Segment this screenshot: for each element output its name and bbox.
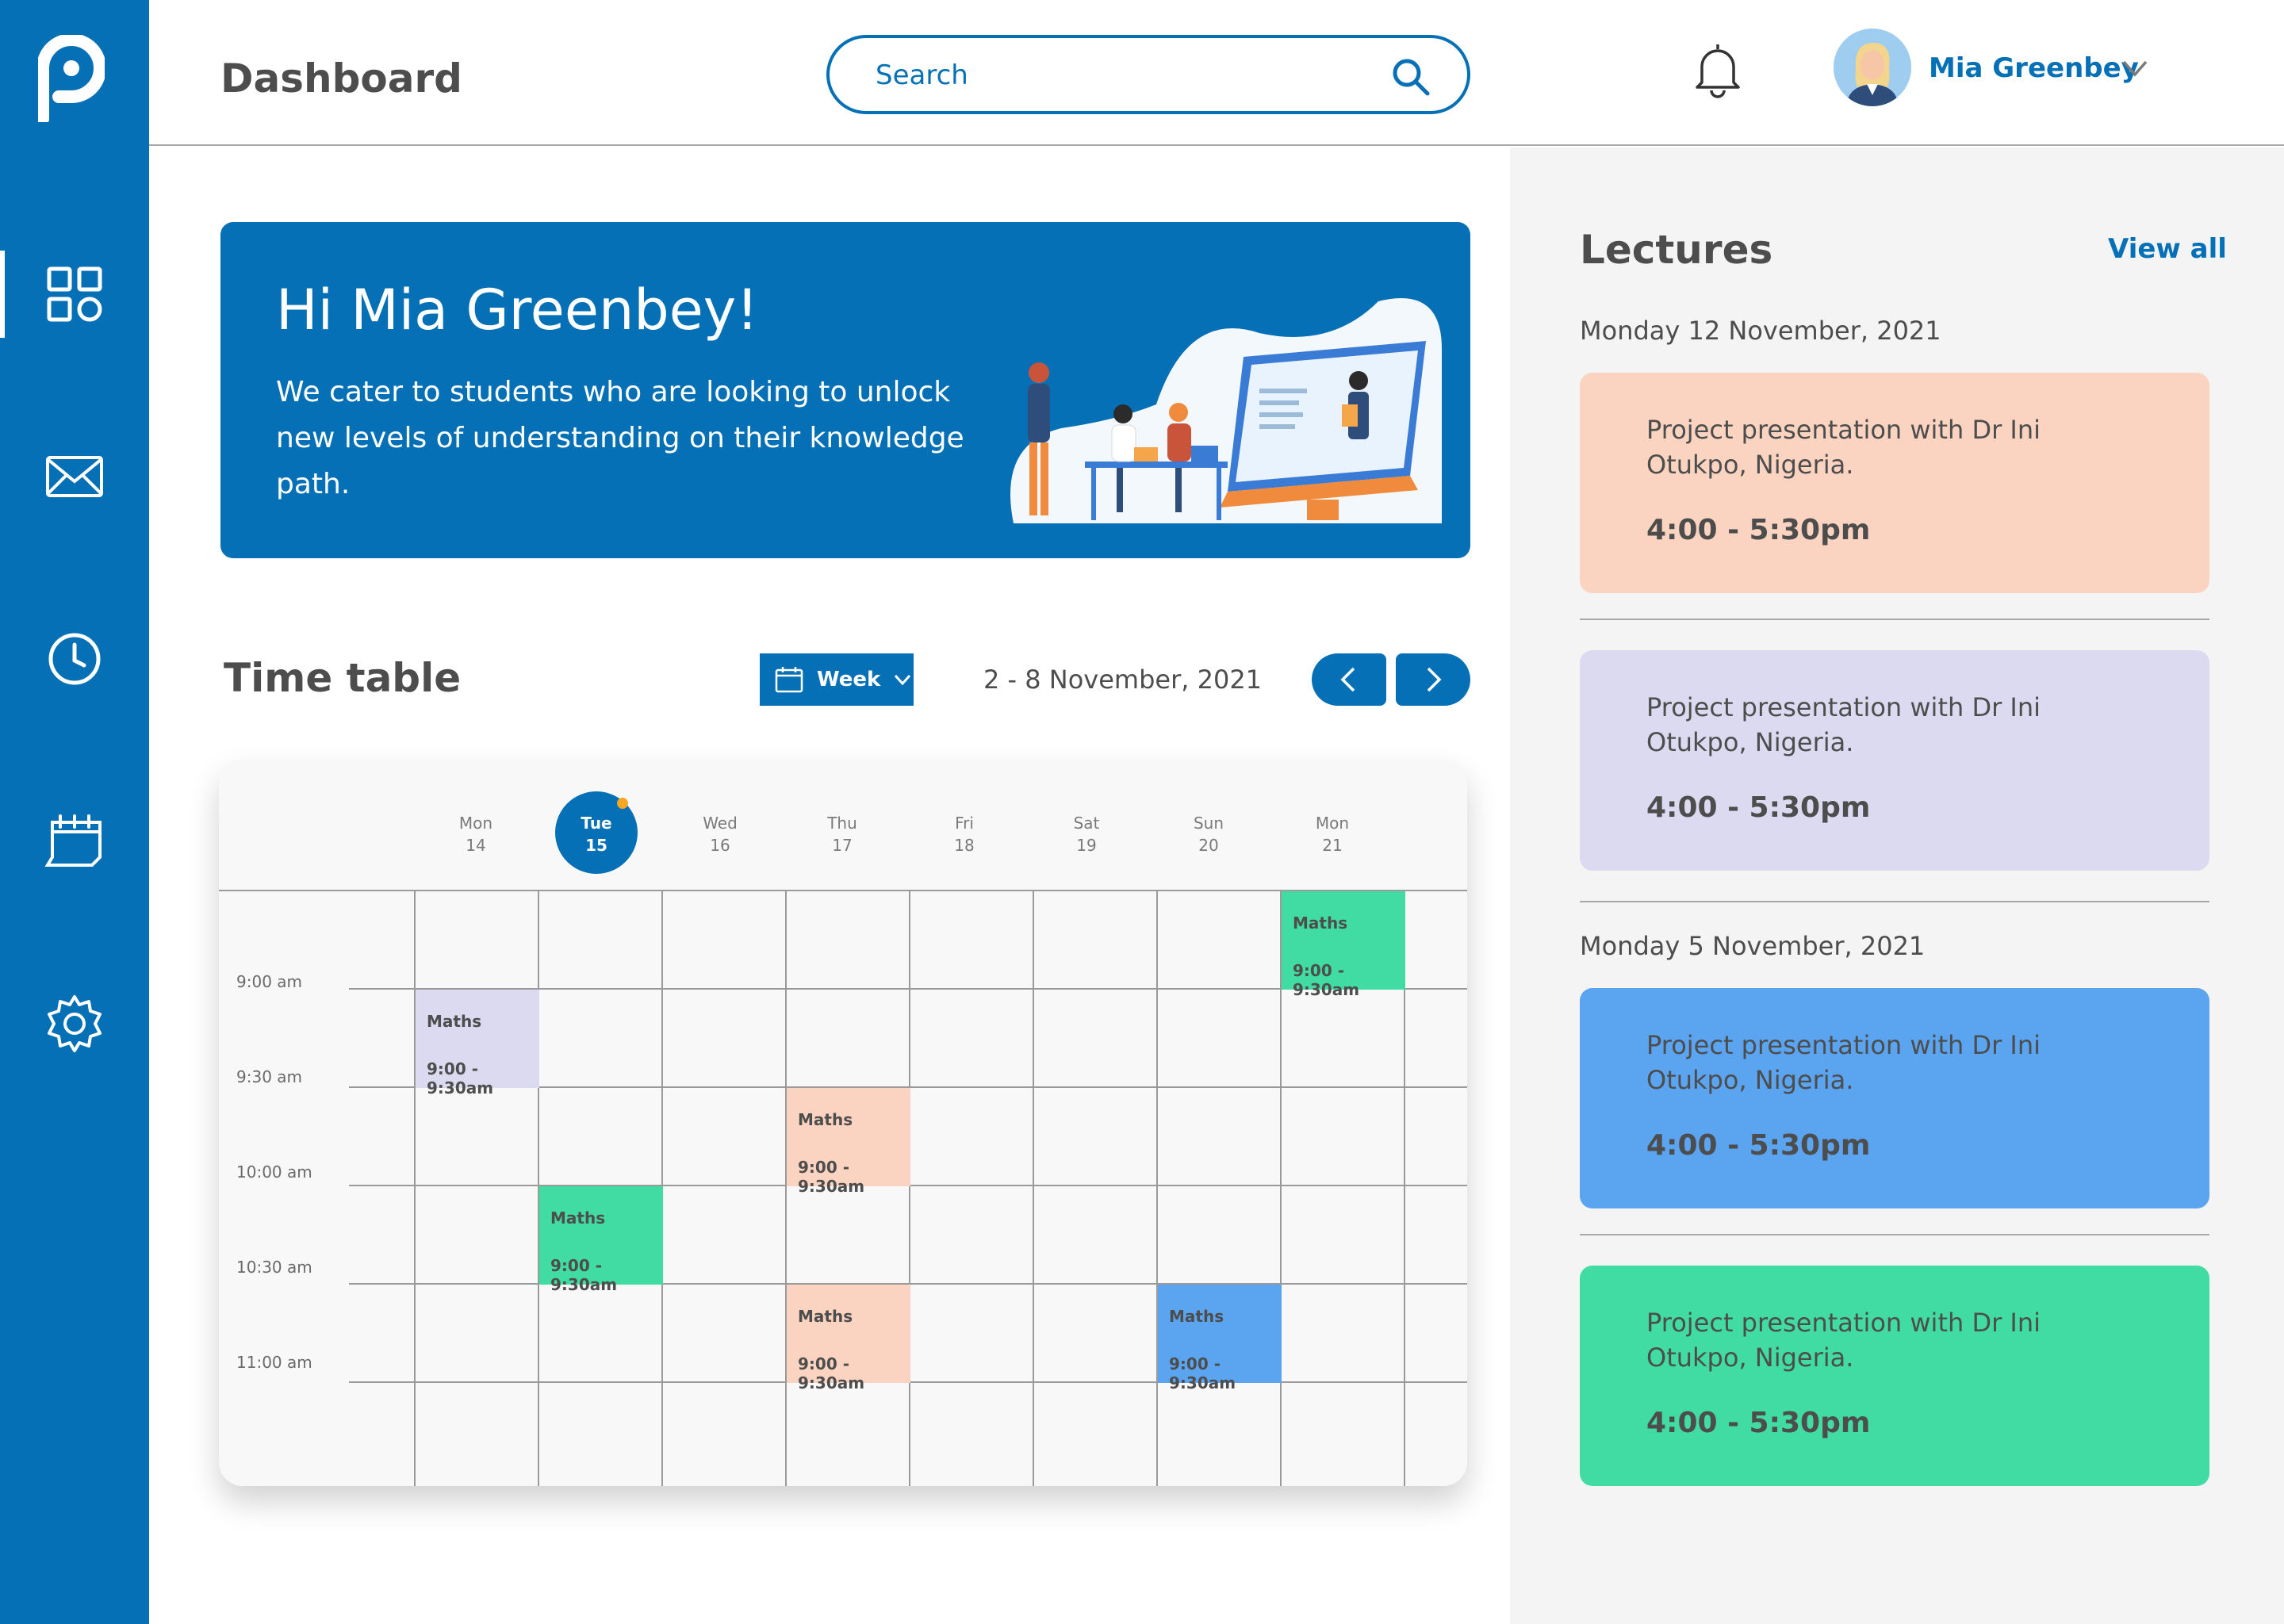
search-bar[interactable] bbox=[826, 35, 1470, 114]
grid-line bbox=[1033, 890, 1034, 1486]
day-header[interactable]: Mon 21 bbox=[1309, 812, 1356, 856]
calendar-small-icon bbox=[775, 667, 803, 693]
timetable-event[interactable]: Maths 9:00 - 9:30am bbox=[787, 1285, 910, 1392]
divider bbox=[1580, 901, 2209, 902]
grid-line bbox=[414, 890, 416, 1486]
calendar-icon bbox=[44, 814, 102, 867]
avatar[interactable] bbox=[1834, 29, 1911, 106]
view-all-link[interactable]: View all bbox=[2108, 233, 2227, 265]
day-header[interactable]: Sun 20 bbox=[1185, 812, 1232, 856]
timetable-title: Time table bbox=[224, 655, 462, 701]
timetable-event[interactable]: Maths 9:00 - 9:30am bbox=[1282, 891, 1405, 999]
time-label: 10:00 am bbox=[236, 1162, 312, 1182]
day-header[interactable]: Mon 14 bbox=[452, 812, 500, 856]
clock-icon bbox=[48, 633, 101, 685]
time-label: 9:00 am bbox=[236, 972, 303, 991]
search-icon[interactable] bbox=[1391, 57, 1431, 97]
day-header[interactable]: Sat 19 bbox=[1063, 812, 1110, 856]
sidebar bbox=[0, 0, 149, 1624]
divider bbox=[1580, 619, 2209, 620]
lecture-date-heading: Monday 12 November, 2021 bbox=[1580, 316, 1941, 346]
date-range: 2 - 8 November, 2021 bbox=[983, 665, 1263, 695]
classroom-illustration-icon bbox=[1010, 298, 1442, 523]
time-label: 10:30 am bbox=[236, 1258, 312, 1277]
view-select-button[interactable]: Week bbox=[760, 653, 914, 706]
time-label: 11:00 am bbox=[236, 1353, 312, 1372]
timetable-calendar: Mon 14 Tue 15 Wed 16 Thu 17 Fri 18 Sat 19 Sun 2… bbox=[219, 760, 1467, 1486]
nav-calendar[interactable] bbox=[0, 790, 149, 893]
next-week-button[interactable] bbox=[1396, 653, 1470, 706]
prev-week-button[interactable] bbox=[1312, 653, 1386, 706]
page-title: Dashboard bbox=[220, 56, 462, 102]
chevron-left-icon bbox=[1340, 667, 1355, 692]
logo-icon[interactable] bbox=[38, 35, 105, 122]
nav-settings[interactable] bbox=[0, 972, 149, 1075]
hero-greeting: Hi Mia Greenbey! bbox=[276, 278, 759, 343]
today-indicator-dot bbox=[617, 798, 628, 809]
top-header: Dashboard Mia Greenbey bbox=[149, 0, 2284, 146]
timetable-event[interactable]: Maths 9:00 - 9:30am bbox=[1158, 1285, 1282, 1392]
view-select-label: Week bbox=[817, 668, 881, 691]
day-header[interactable]: Wed 16 bbox=[696, 812, 744, 856]
day-header[interactable]: Thu 17 bbox=[818, 812, 866, 856]
nav-history[interactable] bbox=[0, 607, 149, 710]
settings-icon bbox=[48, 995, 102, 1052]
search-input[interactable] bbox=[876, 56, 1383, 95]
timetable-event[interactable]: Maths 9:00 - 9:30am bbox=[416, 990, 539, 1097]
chevron-down-icon bbox=[895, 674, 911, 686]
lectures-title: Lectures bbox=[1580, 227, 1773, 273]
lecture-card[interactable]: Project presentation with Dr Ini Otukpo,… bbox=[1580, 650, 2209, 871]
lecture-card[interactable]: Project presentation with Dr Ini Otukpo,… bbox=[1580, 1266, 2209, 1486]
day-header[interactable]: Fri 18 bbox=[941, 812, 988, 856]
hero-text: We cater to students who are looking to … bbox=[276, 376, 964, 500]
nav-messages[interactable] bbox=[0, 425, 149, 528]
welcome-banner: Hi Mia Greenbey! We cater to students wh… bbox=[220, 222, 1470, 558]
mail-icon bbox=[46, 456, 103, 497]
time-label: 9:30 am bbox=[236, 1067, 303, 1086]
lectures-panel: Lectures View all Monday 12 November, 20… bbox=[1510, 147, 2284, 1624]
lecture-card[interactable]: Project presentation with Dr Ini Otukpo,… bbox=[1580, 373, 2209, 593]
timetable-event[interactable]: Maths 9:00 - 9:30am bbox=[787, 1088, 910, 1196]
bell-icon[interactable] bbox=[1688, 40, 1748, 100]
chevron-right-icon bbox=[1427, 667, 1442, 692]
nav-dashboard[interactable] bbox=[0, 243, 149, 346]
divider bbox=[1580, 1234, 2209, 1235]
timetable-event[interactable]: Maths 9:00 - 9:30am bbox=[539, 1186, 663, 1294]
lecture-date-heading: Monday 5 November, 2021 bbox=[1580, 931, 1926, 961]
lecture-card[interactable]: Project presentation with Dr Ini Otukpo,… bbox=[1580, 988, 2209, 1208]
user-name[interactable]: Mia Greenbey bbox=[1929, 52, 2139, 84]
dashboard-icon bbox=[47, 266, 102, 322]
grid-line bbox=[909, 890, 910, 1486]
grid-line bbox=[785, 890, 787, 1486]
grid-line bbox=[1156, 890, 1158, 1486]
chevron-down-icon[interactable] bbox=[2119, 54, 2151, 82]
avatar-portrait-icon bbox=[1834, 29, 1911, 106]
